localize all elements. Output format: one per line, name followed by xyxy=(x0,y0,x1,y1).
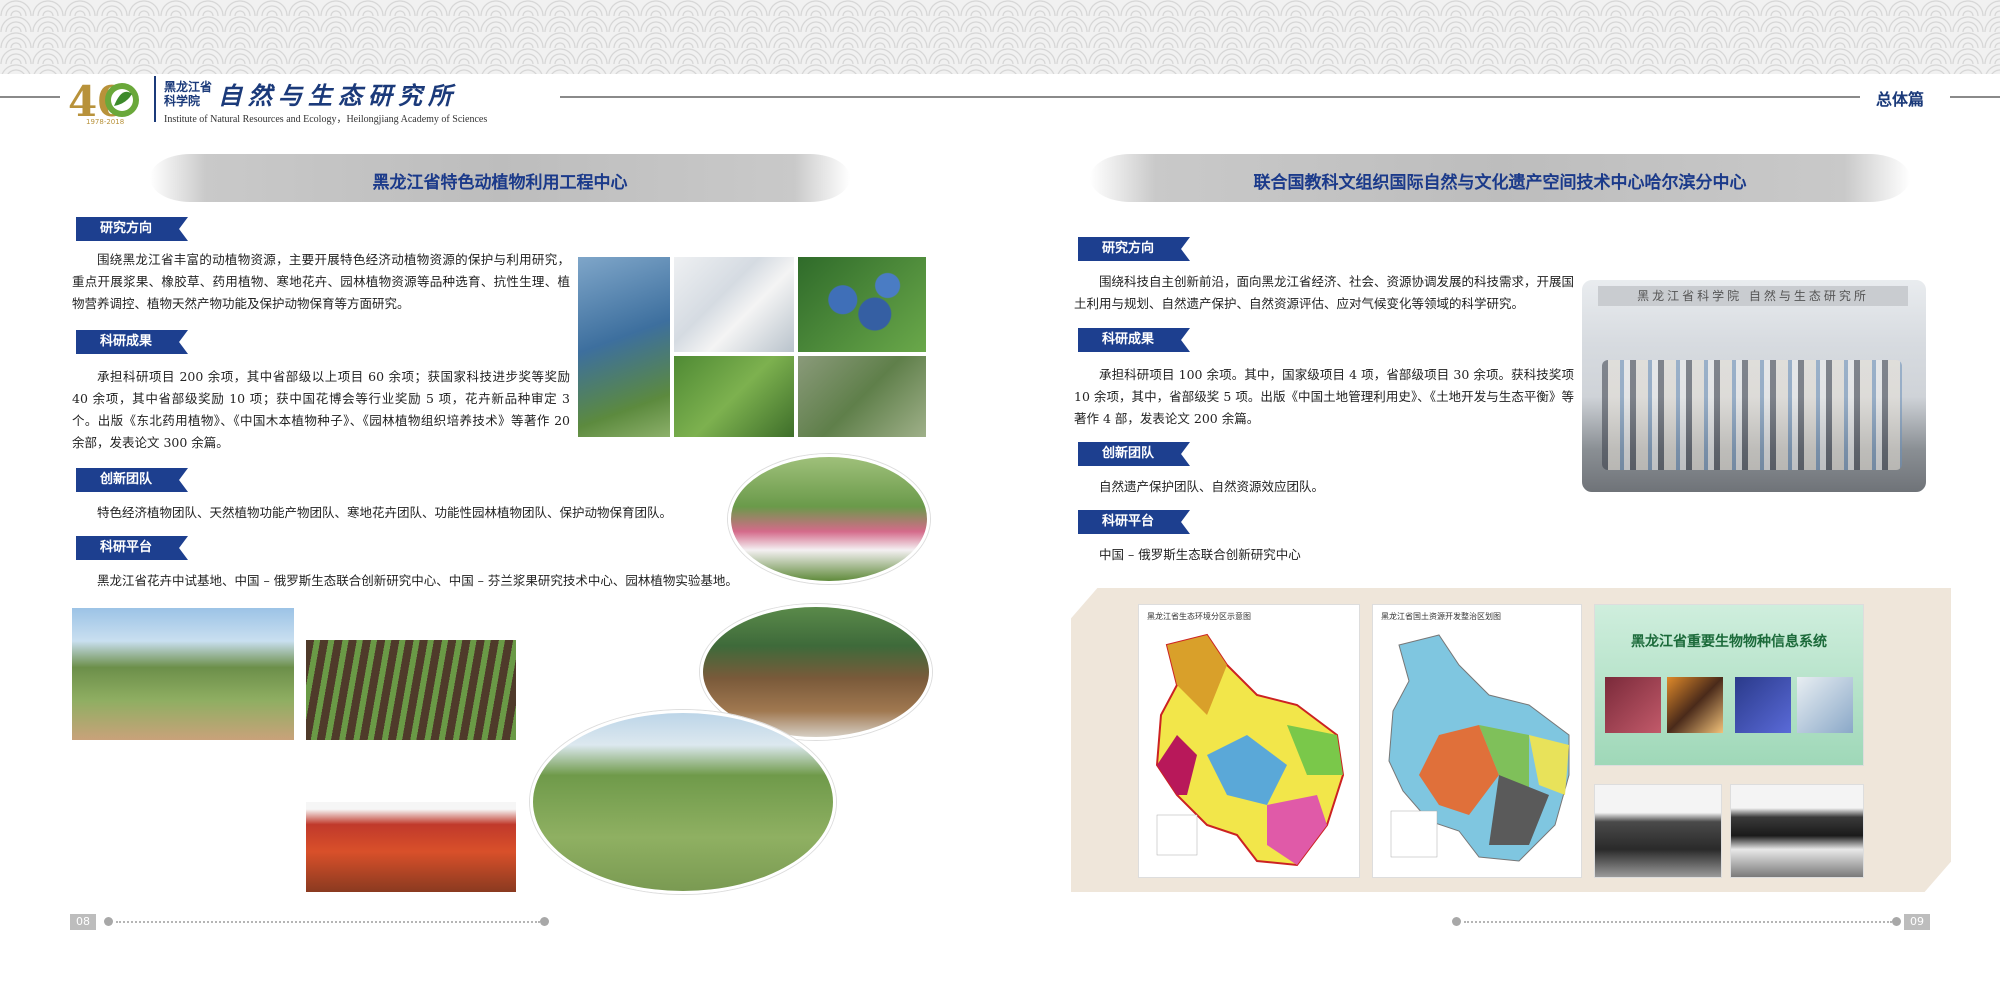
header-rule xyxy=(560,96,1860,98)
photo-red-shrubs xyxy=(304,800,518,894)
building-sign: 黑龙江省科学院 自然与生态研究所 xyxy=(1598,286,1908,306)
logo-english-name: Institute of Natural Resources and Ecolo… xyxy=(164,114,488,125)
photo-flower-garden-visitors xyxy=(728,454,930,584)
logo-org-big: 自然与生态研究所 xyxy=(218,81,458,110)
photo-blueberries xyxy=(796,255,928,354)
photo-berry-shrub xyxy=(672,354,796,439)
species-thumb-3 xyxy=(1735,677,1791,733)
left-tag-achievements: 科研成果 xyxy=(76,330,188,354)
left-tag-team: 创新团队 xyxy=(76,468,188,492)
institute-logo: 40 1978-2018 黑龙江省科学院 自然与生态研究所 Institute … xyxy=(68,74,548,126)
left-page-title: 黑龙江省特色动植物利用工程中心 xyxy=(372,173,628,193)
right-page-title: 联合国教科文组织国际自然与文化遗产空间技术中心哈尔滨分中心 xyxy=(1253,173,1747,193)
map-land-development-shape xyxy=(1388,634,1570,862)
left-tag-research-direction: 研究方向 xyxy=(76,217,188,241)
left-page-number: 08 xyxy=(70,914,96,930)
right-achievements-text: 承担科研项目 100 余项。其中，国家级项目 4 项，省部级项目 30 余项。获… xyxy=(1074,367,1574,426)
photo-plotter-2 xyxy=(1730,784,1864,878)
left-footer-dot-end xyxy=(540,917,549,926)
map-eco-zones-title: 黑龙江省生态环境分区示意图 xyxy=(1147,612,1251,621)
header-rule-left xyxy=(0,96,60,98)
photo-greenhouse-field xyxy=(70,606,296,742)
photo-medicinal-plant xyxy=(796,354,928,439)
photo-lab-researcher xyxy=(672,255,796,354)
photo-team-group: 黑龙江省科学院 自然与生态研究所 xyxy=(1580,278,1928,494)
photo-mulched-field xyxy=(70,778,296,894)
anniversary-40-icon: 40 xyxy=(68,77,139,124)
left-platform-text: 黑龙江省花卉中试基地、中国 – 俄罗斯生态联合创新研究中心、中国 – 芬兰浆果研… xyxy=(97,573,738,588)
top-wave-pattern xyxy=(0,0,2000,74)
team-members xyxy=(1602,360,1902,470)
map-eco-zones-shape xyxy=(1155,633,1345,867)
left-achievements-text: 承担科研项目 200 余项，其中省部级以上项目 60 余项；获国家科技进步奖等奖… xyxy=(72,369,570,450)
species-thumb-crane xyxy=(1797,677,1853,733)
right-tag-research-direction: 研究方向 xyxy=(1078,237,1190,261)
photo-honeysuckle-berries xyxy=(576,255,672,439)
logo-org-small: 黑龙江省科学院 xyxy=(164,80,213,108)
left-team-text: 特色经济植物团队、天然植物功能产物团队、寒地花卉团队、功能性园林植物团队、保护动… xyxy=(97,505,673,520)
photo-plotter-1 xyxy=(1594,784,1722,878)
section-label: 总体篇 xyxy=(1876,90,1925,109)
right-tag-team: 创新团队 xyxy=(1078,442,1190,466)
species-info-system-screen: 黑龙江省重要生物物种信息系统 xyxy=(1594,604,1864,766)
right-tag-achievements: 科研成果 xyxy=(1078,328,1190,352)
photo-researchers-field xyxy=(530,710,836,894)
right-page-number: 09 xyxy=(1904,914,1930,930)
map-eco-zones: 黑龙江省生态环境分区示意图 xyxy=(1138,604,1360,878)
species-thumb-1 xyxy=(1605,677,1661,733)
species-thumb-tiger xyxy=(1667,677,1723,733)
left-tag-platform: 科研平台 xyxy=(76,536,188,560)
right-tag-platform: 科研平台 xyxy=(1078,510,1190,534)
photo-planted-rows xyxy=(304,638,518,742)
map-land-development-title: 黑龙江省国土资源开发整治区划图 xyxy=(1381,612,1501,621)
right-footer-dot-start xyxy=(1452,917,1461,926)
right-footer-dotline xyxy=(1464,921,1892,923)
header-rule-right xyxy=(1950,96,2000,98)
logo-divider xyxy=(154,76,156,122)
map-land-development: 黑龙江省国土资源开发整治区划图 xyxy=(1372,604,1582,878)
left-footer-dot-start xyxy=(104,917,113,926)
right-research-direction-text: 围绕科技自主创新前沿，面向黑龙江省经济、社会、资源协调发展的科技需求，开展国土利… xyxy=(1074,274,1575,311)
logo-years: 1978-2018 xyxy=(86,118,125,126)
species-system-title: 黑龙江省重要生物物种信息系统 xyxy=(1631,634,1827,650)
right-platform-text: 中国 – 俄罗斯生态联合创新研究中心 xyxy=(1099,547,1301,562)
right-footer-dot-end xyxy=(1892,917,1901,926)
left-research-direction-text: 围绕黑龙江省丰富的动植物资源，主要开展特色经济动植物资源的保护与利用研究，重点开… xyxy=(72,252,570,311)
left-footer-dotline xyxy=(116,921,540,923)
right-team-text: 自然遗产保护团队、自然资源效应团队。 xyxy=(1099,479,1325,494)
